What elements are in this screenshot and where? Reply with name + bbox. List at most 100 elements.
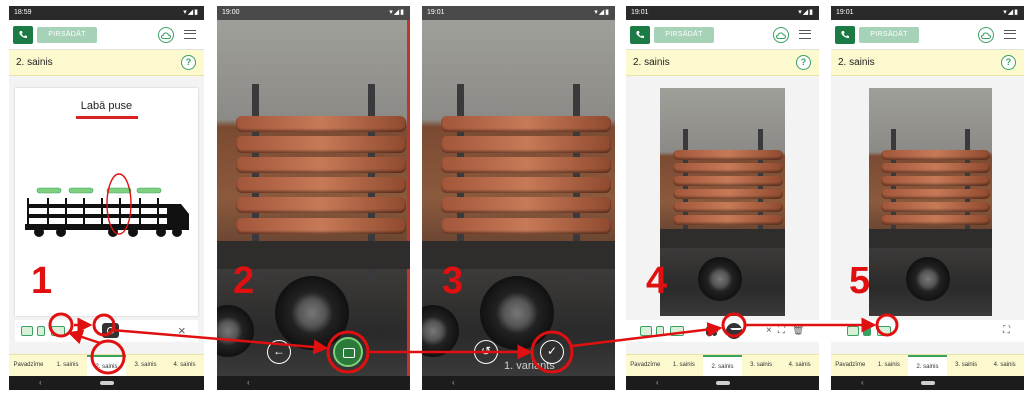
tab-bundle-4[interactable]: 4. sainis <box>780 355 819 376</box>
help-icon[interactable]: ? <box>1001 55 1016 70</box>
bundle-tabs: Pavadzīme 1. sainis 2. sainis 3. sainis … <box>831 354 1024 376</box>
fullscreen-icon[interactable]: ⛶ <box>1003 324 1010 338</box>
nav-home-icon[interactable] <box>99 381 114 385</box>
menu-icon[interactable] <box>184 30 196 39</box>
portrait-frame-icon[interactable] <box>863 326 871 336</box>
bundle-tabs: Pavadzīme 1. sainis 2. sainis 3. sainis … <box>626 354 819 376</box>
nav-home-icon[interactable] <box>715 381 730 385</box>
landscape-frame-icon[interactable] <box>640 326 652 336</box>
status-time: 19:00 <box>222 9 240 16</box>
signal-icon: ▾◢▮ <box>1003 9 1019 16</box>
wide-frame-icon[interactable] <box>877 326 891 336</box>
tab-bundle-2[interactable]: 2. sainis <box>703 355 742 376</box>
photo-toolbar: × <box>15 320 198 342</box>
sign-button[interactable]: PIRSĀDĀT <box>654 27 714 43</box>
bundle-markers <box>36 187 162 194</box>
photo-preview[interactable] <box>660 88 785 316</box>
cloud-icon[interactable] <box>978 27 994 43</box>
menu-icon[interactable] <box>799 30 811 39</box>
tab-bundle-2[interactable]: 2. sainis <box>87 355 126 376</box>
cloud-icon[interactable] <box>773 27 789 43</box>
nav-back-icon[interactable]: ‹ <box>861 378 864 388</box>
tab-bundle-2[interactable]: 2. sainis <box>908 355 947 376</box>
camera-icon[interactable] <box>706 326 718 337</box>
app-header: PIRSĀDĀT <box>831 20 1024 50</box>
step-number-2: 2 <box>233 260 255 302</box>
android-nav-bar: ‹ <box>626 376 819 390</box>
call-button[interactable] <box>630 26 650 44</box>
status-bar: 19:01 ▾◢▮ <box>626 6 819 20</box>
delete-icon[interactable]: 🗑 <box>792 324 805 338</box>
battery-icon: ▾◢▮ <box>389 9 405 16</box>
close-icon[interactable]: × <box>178 322 186 340</box>
tab-bundle-3[interactable]: 3. sainis <box>947 355 986 376</box>
nav-back-icon[interactable]: ‹ <box>452 378 455 388</box>
battery-icon: ▾◢▮ <box>798 9 814 16</box>
status-time: 19:01 <box>427 9 445 16</box>
nav-back-icon[interactable]: ‹ <box>656 378 659 388</box>
truck-diagram[interactable] <box>21 168 191 248</box>
android-nav-bar: ‹ <box>831 376 1024 390</box>
call-button[interactable] <box>13 26 33 44</box>
nav-back-icon[interactable]: ‹ <box>39 378 42 388</box>
tab-bundle-3[interactable]: 3. sainis <box>126 355 165 376</box>
portrait-frame-icon[interactable] <box>656 326 664 336</box>
phone-icon <box>841 31 849 39</box>
signal-icon: ▾◢▮ <box>594 9 610 16</box>
photo-toolbar: × ⛶ 🗑 <box>626 320 819 342</box>
retake-icon[interactable]: ↺ <box>474 340 498 364</box>
screen-2-camera: 19:00 ▾◢▮ 2 ← ‹ <box>217 6 410 390</box>
android-nav-bar: ‹ <box>422 376 615 390</box>
fullscreen-icon[interactable]: ⛶ <box>778 324 785 338</box>
cloud-icon[interactable] <box>158 27 174 43</box>
tab-bundle-1[interactable]: 1. sainis <box>48 355 87 376</box>
tab-bundle-1[interactable]: 1. sainis <box>870 355 909 376</box>
phone-icon <box>19 31 27 39</box>
nav-home-icon[interactable] <box>920 381 935 385</box>
tab-waybill[interactable]: Pavadzīme <box>9 355 48 376</box>
tutorial-composite: 18:59 ▾◢▮ PIRSĀDĀT 2. sainis ? Labā puse <box>0 0 1025 394</box>
menu-icon[interactable] <box>1004 30 1016 39</box>
landscape-frame-icon[interactable] <box>21 326 33 336</box>
close-icon[interactable]: × <box>766 324 772 338</box>
status-time: 19:01 <box>836 9 854 16</box>
side-underline <box>75 116 138 119</box>
photo-preview[interactable] <box>869 88 992 316</box>
tab-bundle-1[interactable]: 1. sainis <box>665 355 704 376</box>
tab-waybill[interactable]: Pavadzīme <box>626 355 665 376</box>
tab-bundle-3[interactable]: 3. sainis <box>742 355 781 376</box>
android-nav-bar: ‹ <box>217 376 410 390</box>
screen-1-truck-diagram: 18:59 ▾◢▮ PIRSĀDĀT 2. sainis ? Labā puse <box>9 6 204 390</box>
shutter-icon[interactable] <box>333 337 363 367</box>
sign-button[interactable]: PIRSĀDĀT <box>859 27 919 43</box>
side-label: Labā puse <box>80 100 133 112</box>
tab-bundle-4[interactable]: 4. sainis <box>985 355 1024 376</box>
wide-frame-icon[interactable] <box>51 326 65 336</box>
camera-icon[interactable] <box>102 323 119 338</box>
bundle-tabs: Pavadzīme 1. sainis 2. sainis 3. sainis … <box>9 354 204 376</box>
back-arrow-icon[interactable]: ← <box>267 340 291 364</box>
camera-preview[interactable] <box>217 20 410 376</box>
tab-bundle-4[interactable]: 4. sainis <box>165 355 204 376</box>
section-bar: 2. sainis ? <box>9 50 204 76</box>
tab-waybill[interactable]: Pavadzīme <box>831 355 870 376</box>
step-number-4: 4 <box>646 260 668 302</box>
signal-icon: ▾◢▮ <box>183 9 199 16</box>
status-bar: 19:01 ▾◢▮ <box>422 6 615 20</box>
sign-button[interactable]: PIRSĀDĀT <box>37 27 97 43</box>
screen-5-uploaded: 19:01 ▾◢▮ PIRSĀDĀT 2. sainis ? 5 ⛶ Pavad… <box>831 6 1024 390</box>
nav-back-icon[interactable]: ‹ <box>247 378 250 388</box>
upload-icon[interactable] <box>726 323 742 339</box>
help-icon[interactable]: ? <box>181 55 196 70</box>
phone-icon <box>636 31 644 39</box>
status-bar: 19:00 ▾◢▮ <box>217 6 410 20</box>
variant-label: 1. variants <box>504 360 555 372</box>
section-title: 2. sainis <box>838 57 875 68</box>
help-icon[interactable]: ? <box>796 55 811 70</box>
landscape-frame-icon[interactable] <box>847 326 859 336</box>
wide-frame-icon[interactable] <box>670 326 684 336</box>
status-time: 19:01 <box>631 9 649 16</box>
call-button[interactable] <box>835 26 855 44</box>
portrait-frame-icon[interactable] <box>37 326 45 336</box>
screen-4-upload: 19:01 ▾◢▮ PIRSĀDĀT 2. sainis ? 4 × ⛶ 🗑 P… <box>626 6 819 390</box>
